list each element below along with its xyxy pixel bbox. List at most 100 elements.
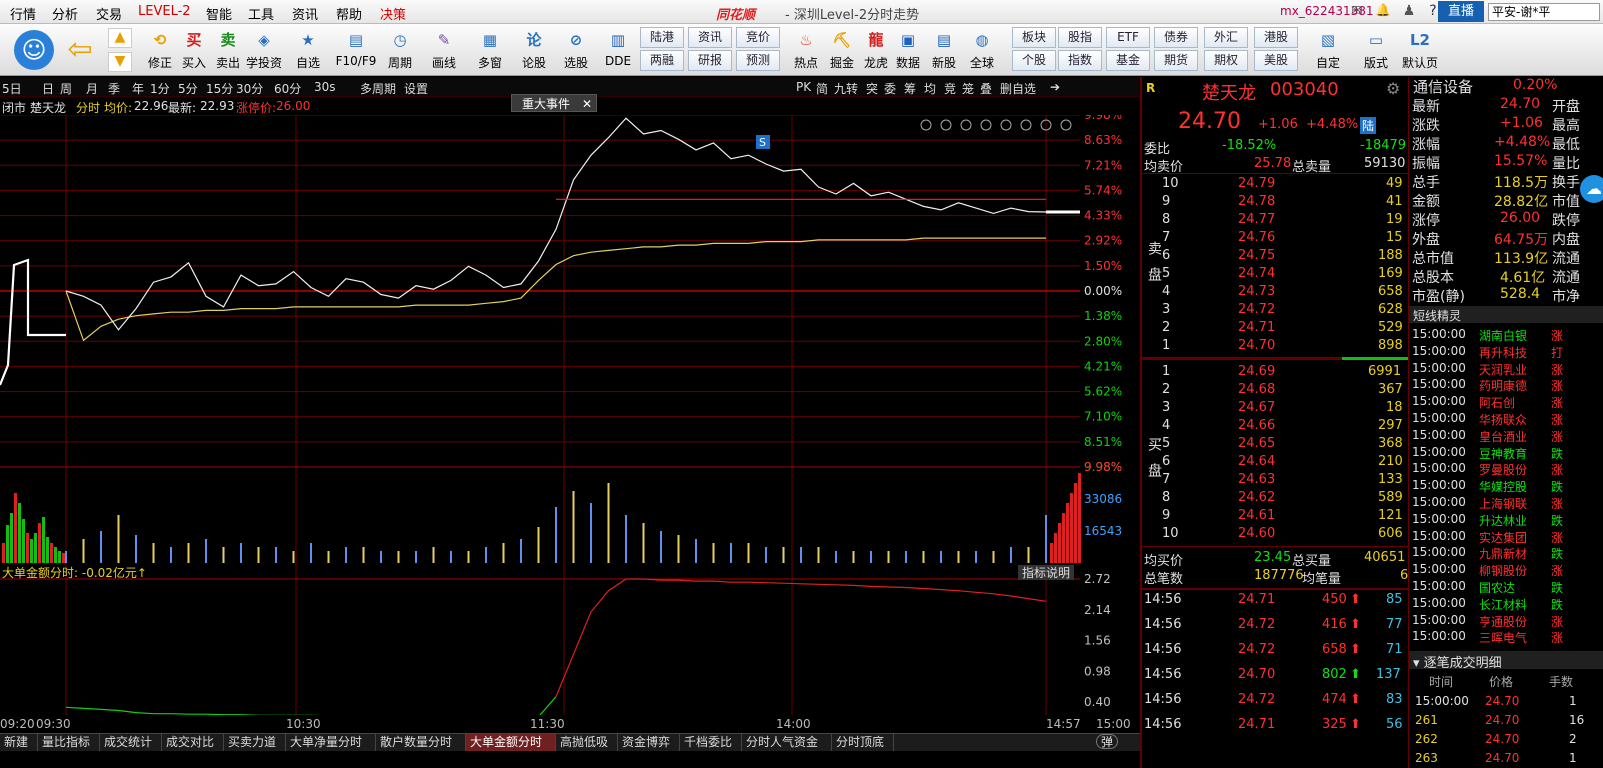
sprite-row[interactable]: 15:00:00 天润乳业 涨 [1409,360,1603,377]
menu-item-3[interactable]: LEVEL-2 [138,4,191,19]
back-arrow-icon[interactable]: ⇦ [62,32,98,68]
sprite-row[interactable]: 15:00:00 阿石创 涨 [1409,393,1603,410]
sprite-row[interactable]: 15:00:00 柳钢股份 涨 [1409,561,1603,578]
zoom-out-icon[interactable] [1060,119,1072,131]
bottom-tab-7[interactable]: 大单金额分时 [466,734,556,751]
toolbar-btn-15[interactable]: ▣ 数据 [888,26,928,74]
sprite-row[interactable]: 15:00:00 实达集团 涨 [1409,528,1603,545]
sprite-row[interactable]: 15:00:00 豆神教育 跌 [1409,444,1603,461]
sprite-row[interactable]: 15:00:00 皇台酒业 涨 [1409,427,1603,444]
timeframe-9[interactable]: 30分 [236,80,263,97]
tool-10[interactable]: 删自选 [1000,80,1036,97]
quick-5-top[interactable]: ETF [1106,27,1150,48]
toggle-button[interactable]: 弹 [1096,734,1119,749]
bottom-tab-12[interactable]: 分时顶底 [832,734,894,751]
toolbar-btn-7[interactable]: ✎ 画线 [424,26,464,74]
menu-item-8[interactable]: 决策 [380,4,406,23]
timeframe-12[interactable]: 多周期 [360,80,396,97]
sprite-row[interactable]: 15:00:00 罗曼股份 涨 [1409,460,1603,477]
print-icon[interactable] [980,119,992,131]
tool-4[interactable]: 委 [884,80,896,97]
timeframe-6[interactable]: 1分 [150,80,170,97]
sprite-row[interactable]: 15:00:00 再升科技 打 [1409,343,1603,360]
up-arrow-icon[interactable]: ▲ [108,28,132,48]
quick-7-top[interactable]: 外汇 [1204,27,1248,48]
intraday-chart[interactable]: 9.98% 8.63% 7.21% 5.74% 4.33% 2.92% 1.50% 0.00%… [0,115,1140,715]
lock-icon[interactable] [1020,119,1032,131]
sprite-row[interactable]: 15:00:00 药明康德 涨 [1409,376,1603,393]
detail-title[interactable]: ▾ 逐笔成交明细 [1413,652,1502,671]
quick-4-bottom[interactable]: 指数 [1058,50,1102,71]
tool-8[interactable]: 笼 [962,80,974,97]
major-event-badge[interactable]: 重大事件 ✕ [511,94,597,112]
tool-0[interactable]: PK [796,80,811,94]
bottom-tab-4[interactable]: 买卖力道 [224,734,286,751]
toolbar-btn-19[interactable]: ▭ 版式 [1356,26,1396,74]
sprite-row[interactable]: 15:00:00 华媒控股 跌 [1409,477,1603,494]
quick-6-bottom[interactable]: 期货 [1154,50,1198,71]
bottom-tab-3[interactable]: 成交对比 [162,734,224,751]
eye-icon[interactable] [960,119,972,131]
menu-item-7[interactable]: 帮助 [336,4,362,23]
quick-6-top[interactable]: 债券 [1154,27,1198,48]
toolbar-btn-17[interactable]: ◍ 全球 [962,26,1002,74]
menu-item-2[interactable]: 交易 [96,4,122,23]
quick-1-top[interactable]: 资讯 [688,27,732,48]
sprite-row[interactable]: 15:00:00 国农达 跌 [1409,578,1603,595]
quick-4-top[interactable]: 股指 [1058,27,1102,48]
menu-item-4[interactable]: 智能 [206,4,232,23]
bell-icon[interactable]: 🔔 [1374,3,1392,20]
bottom-tab-11[interactable]: 分时人气资金 [742,734,832,751]
quick-0-top[interactable]: 陆港 [640,27,684,48]
quick-7-bottom[interactable]: 期权 [1204,50,1248,71]
sprite-row[interactable]: 15:00:00 升达林业 跌 [1409,511,1603,528]
pen-icon[interactable] [940,119,952,131]
toolbar-btn-20[interactable]: L2 默认页 [1400,26,1440,74]
timeframe-0[interactable]: 5日 [2,80,22,97]
bottom-tab-2[interactable]: 成交统计 [100,734,162,751]
timeframe-3[interactable]: 月 [86,80,98,97]
tool-3[interactable]: 突 [866,80,878,97]
hand-icon[interactable] [1000,119,1012,131]
quick-2-top[interactable]: 竞价 [736,27,780,48]
sprite-row[interactable]: 15:00:00 亨通股份 涨 [1409,612,1603,629]
sprite-row[interactable]: 15:00:00 华扬联众 涨 [1409,410,1603,427]
bottom-tab-5[interactable]: 大单净量分时 [286,734,376,751]
bottom-tab-10[interactable]: 千档委比 [680,734,742,751]
toolbar-btn-5[interactable]: ▤ F10/F9 [332,26,380,74]
timeframe-7[interactable]: 5分 [178,80,198,97]
bottom-tab-1[interactable]: 量比指标 [38,734,100,751]
close-icon[interactable]: ✕ [582,97,592,111]
tool-5[interactable]: 筹 [904,80,916,97]
menu-item-5[interactable]: 工具 [248,4,274,23]
menu-item-1[interactable]: 分析 [52,4,78,23]
robot-icon[interactable]: ☺ [14,30,54,70]
bottom-tab-8[interactable]: 高抛低吸 [556,734,618,751]
sprite-row[interactable]: 15:00:00 长江材料 跌 [1409,595,1603,612]
menu-item-0[interactable]: 行情 [10,4,36,23]
tool-7[interactable]: 竞 [944,80,956,97]
quick-5-bottom[interactable]: 基金 [1106,50,1150,71]
sprite-row[interactable]: 15:00:00 湖南白银 涨 [1409,326,1603,343]
down-arrow-icon[interactable]: ▼ [108,52,132,72]
quick-3-bottom[interactable]: 个股 [1012,50,1056,71]
timeframe-8[interactable]: 15分 [206,80,233,97]
shirt-icon[interactable]: ♟ [1400,3,1418,20]
gear-icon[interactable] [920,119,932,131]
sprite-row[interactable]: 15:00:00 九鼎新材 跌 [1409,544,1603,561]
timeframe-1[interactable]: 日 [42,80,54,97]
live-button[interactable]: 直播 [1438,1,1484,22]
cloud-icon[interactable]: ☁ [1580,175,1603,203]
timeframe-10[interactable]: 60分 [274,80,301,97]
tool-1[interactable]: 简 [816,80,828,97]
tool-9[interactable]: 叠 [980,80,992,97]
message-icon[interactable]: ✉ [1348,3,1366,20]
sprite-row[interactable]: 15:00:00 三晖电气 涨 [1409,628,1603,645]
timeframe-11[interactable]: 30s [314,80,336,94]
toolbar-btn-6[interactable]: ◷ 周期 [380,26,420,74]
menu-item-6[interactable]: 资讯 [292,4,318,23]
tool-6[interactable]: 均 [924,80,936,97]
gear-icon[interactable]: ⚙ [1386,79,1400,98]
quick-8-top[interactable]: 港股 [1254,27,1298,48]
quick-1-bottom[interactable]: 研报 [688,50,732,71]
